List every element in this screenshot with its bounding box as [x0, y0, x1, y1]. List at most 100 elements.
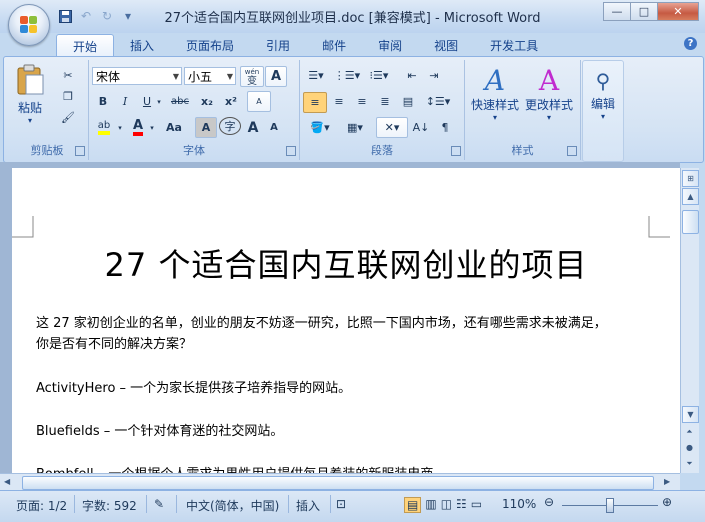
draft-view-icon[interactable]: ▭ — [471, 497, 482, 513]
multilevel-list-icon[interactable]: ⁝☰▾ — [364, 66, 394, 85]
shading-icon[interactable]: 🪣▾ — [303, 118, 337, 137]
grow-font-button[interactable]: A — [244, 118, 262, 137]
highlight-button[interactable]: ab — [92, 118, 116, 137]
full-screen-reading-icon[interactable]: ▥ — [425, 497, 436, 513]
scroll-up-icon[interactable]: ▲ — [682, 188, 699, 205]
web-layout-icon[interactable]: ◫ — [441, 497, 452, 513]
styles-launcher-icon[interactable] — [567, 146, 577, 156]
vertical-scroll-thumb[interactable] — [682, 210, 699, 234]
align-center-icon[interactable]: ≡ — [328, 92, 350, 111]
quick-styles-dropdown-icon: ▾ — [492, 113, 497, 122]
editing-button[interactable]: ⚲ 编辑 ▾ — [586, 67, 620, 121]
cut-icon[interactable]: ✂ — [58, 66, 78, 85]
macro-recording-icon[interactable]: ⊡ — [336, 497, 346, 511]
bold-button[interactable]: B — [94, 92, 112, 111]
close-button[interactable]: ✕ — [657, 2, 699, 21]
minimize-button[interactable]: — — [603, 2, 631, 21]
paragraph-launcher-icon[interactable] — [451, 146, 461, 156]
highlight-dropdown-icon[interactable]: ▾ — [116, 118, 124, 137]
office-button[interactable] — [8, 4, 50, 46]
numbering-icon[interactable]: ⋮☰▾ — [333, 66, 361, 85]
ruler-toggle-icon[interactable]: ⊞ — [682, 170, 699, 187]
paste-button[interactable]: 粘贴 ▾ — [12, 64, 48, 125]
quick-styles-icon: A — [484, 64, 506, 97]
strikethrough-button[interactable]: abc — [167, 92, 193, 111]
justify-icon[interactable]: ≣ — [374, 92, 396, 111]
underline-dropdown-icon[interactable]: ▾ — [155, 92, 163, 111]
underline-button[interactable]: U — [138, 92, 156, 111]
insert-mode-indicator[interactable]: 插入 — [296, 497, 320, 514]
superscript-button[interactable]: x² — [221, 92, 241, 111]
align-left-icon[interactable]: ≡ — [303, 92, 327, 113]
word-count[interactable]: 字数: 592 — [82, 497, 137, 514]
quick-styles-label: 快速样式 — [470, 98, 519, 112]
font-name-select[interactable]: 宋体 ▼ — [92, 67, 182, 85]
editing-label: 编辑 — [590, 97, 615, 111]
horizontal-scrollbar[interactable]: ◀ ▶ — [0, 473, 680, 491]
document-page[interactable]: 27 个适合国内互联网创业的项目 这 27 家初创企业的名单，创业的朋友不妨逐一… — [12, 168, 680, 473]
browse-object-icon[interactable]: ● — [682, 440, 697, 455]
bullets-icon[interactable]: ☰▾ — [303, 66, 329, 85]
font-group: 宋体 ▼ 小五 ▼ wén 变 A B I U ▾ abc x₂ x² A ab ▾ … — [89, 60, 300, 160]
italic-button[interactable]: I — [116, 92, 134, 111]
tab-review[interactable]: 审阅 — [362, 34, 418, 56]
shrink-font-button[interactable]: A — [265, 118, 283, 137]
change-case-button[interactable]: Aa — [161, 118, 187, 137]
tab-page-layout[interactable]: 页面布局 — [170, 34, 250, 56]
tab-developer[interactable]: 开发工具 — [474, 34, 554, 56]
show-hide-icon[interactable]: ¶ — [434, 118, 456, 137]
align-right-icon[interactable]: ≡ — [351, 92, 373, 111]
font-launcher-icon[interactable] — [286, 146, 296, 156]
borders-icon[interactable]: ▦▾ — [340, 118, 370, 137]
scroll-right-icon[interactable]: ▶ — [664, 477, 670, 486]
restore-button[interactable]: □ — [630, 2, 658, 21]
language-indicator[interactable]: 中文(简体，中国) — [186, 497, 279, 514]
copy-icon[interactable]: ❐ — [58, 87, 78, 106]
tab-view[interactable]: 视图 — [418, 34, 474, 56]
horizontal-scroll-thumb[interactable] — [22, 476, 654, 490]
zoom-level[interactable]: 110% — [502, 497, 536, 511]
clear-formatting-button[interactable]: A — [247, 91, 271, 112]
scroll-left-icon[interactable]: ◀ — [4, 477, 10, 486]
decrease-indent-icon[interactable]: ⇤ — [402, 66, 422, 85]
tab-references[interactable]: 引用 — [250, 34, 306, 56]
print-layout-view-icon[interactable]: ▤ — [404, 497, 422, 513]
character-shading-button[interactable]: A — [195, 117, 217, 138]
distributed-icon[interactable]: ▤ — [397, 92, 419, 111]
outline-view-icon[interactable]: ☷ — [456, 497, 467, 513]
font-color-dropdown-icon[interactable]: ▾ — [148, 118, 156, 137]
page-count[interactable]: 页面: 1/2 — [16, 497, 67, 514]
quick-styles-button[interactable]: A 快速样式 ▾ — [469, 64, 521, 123]
enclose-characters-button[interactable]: 字 — [219, 117, 241, 135]
paste-label: 粘贴 — [17, 101, 42, 115]
character-border-button[interactable]: A — [265, 66, 287, 87]
paragraph-group: ☰▾ ⋮☰▾ ⁝☰▾ ⇤ ⇥ ≡ ≡ ≡ ≣ ▤ ↕☰▾ 🪣▾ ▦▾ ✕▾ A↓… — [300, 60, 465, 160]
chinese-layout-icon[interactable]: ✕▾ — [376, 117, 408, 138]
document-intro-line-1: 这 27 家初创企业的名单，创业的朋友不妨逐一研究，比照一下国内市场，还有哪些需… — [36, 316, 607, 331]
proofing-icon[interactable]: ✎ — [154, 497, 164, 511]
styles-group-label: 样式 — [511, 144, 534, 157]
subscript-button[interactable]: x₂ — [197, 92, 217, 111]
phonetic-guide-button[interactable]: wén 变 — [240, 66, 264, 87]
status-divider — [288, 495, 289, 513]
increase-indent-icon[interactable]: ⇥ — [424, 66, 444, 85]
change-styles-button[interactable]: A 更改样式 ▾ — [523, 66, 575, 123]
line-spacing-icon[interactable]: ↕☰▾ — [424, 92, 452, 111]
sort-icon[interactable]: A↓ — [410, 118, 432, 137]
paste-icon — [17, 64, 44, 95]
tab-mailings[interactable]: 邮件 — [306, 34, 362, 56]
next-page-icon[interactable]: ⏷ — [682, 456, 697, 471]
tab-home[interactable]: 开始 — [56, 34, 115, 57]
previous-page-icon[interactable]: ⏶ — [682, 424, 697, 439]
zoom-slider-thumb[interactable] — [606, 498, 614, 513]
vertical-scrollbar[interactable]: ⊞ ▲ ▼ ⏶ ● ⏷ — [680, 168, 699, 473]
format-painter-icon[interactable]: 🖌 — [58, 108, 78, 127]
font-color-button[interactable]: A — [128, 118, 148, 137]
help-icon[interactable]: ? — [684, 37, 697, 50]
zoom-in-icon[interactable]: ⊕ — [662, 495, 672, 509]
scroll-down-icon[interactable]: ▼ — [682, 406, 699, 423]
tab-insert[interactable]: 插入 — [114, 34, 170, 56]
clipboard-launcher-icon[interactable] — [75, 146, 85, 156]
font-size-select[interactable]: 小五 ▼ — [184, 67, 236, 85]
zoom-out-icon[interactable]: ⊖ — [544, 495, 554, 509]
